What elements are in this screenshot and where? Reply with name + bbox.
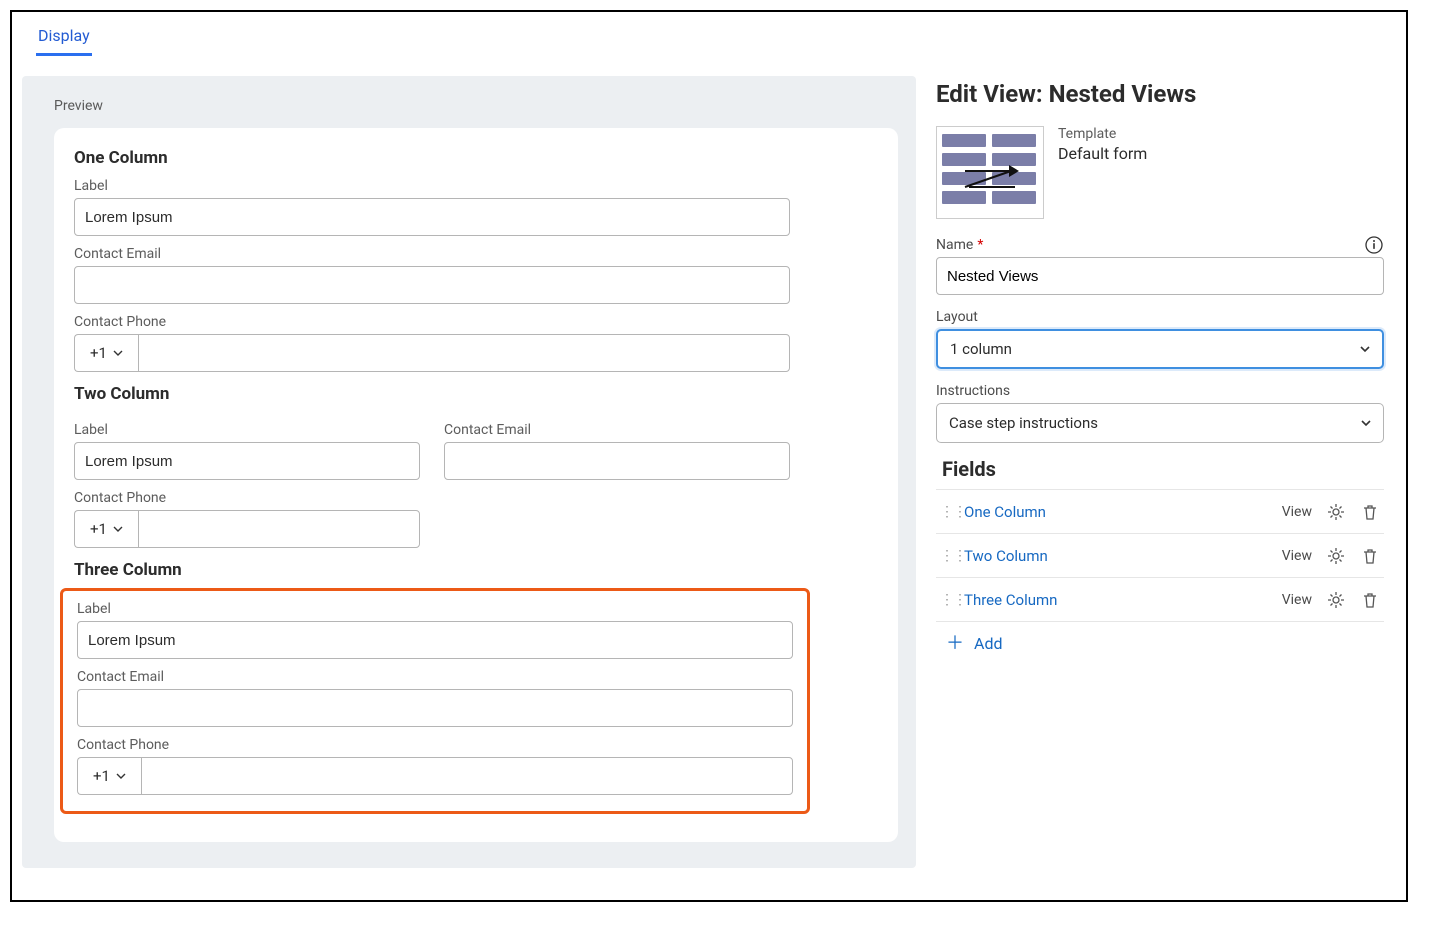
field-link[interactable]: Two Column [964,547,1268,565]
field-label-email: Contact Email [77,669,793,685]
gear-icon[interactable] [1326,590,1346,610]
add-label: Add [974,634,1002,653]
field-row: ⋮⋮ Two Column View [936,534,1384,578]
side-panel: Edit View: Nested Views Template [936,76,1396,868]
phone-prefix-select[interactable]: +1 [74,510,138,548]
layout-label: Layout [936,309,978,325]
chevron-down-icon [113,348,123,358]
trash-icon[interactable] [1360,590,1380,610]
gear-icon[interactable] [1326,502,1346,522]
drag-handle-icon[interactable]: ⋮⋮ [940,504,950,520]
phone-input[interactable] [138,510,420,548]
phone-prefix-value: +1 [93,767,110,785]
chevron-down-icon [1361,418,1371,428]
email-input[interactable] [77,689,793,727]
field-label: Label [77,601,793,617]
phone-prefix-value: +1 [90,520,107,538]
section-header-one: One Column [74,148,878,168]
layout-value: 1 column [950,340,1012,358]
label-input[interactable] [77,621,793,659]
instructions-label: Instructions [936,383,1010,399]
highlighted-section: Label Contact Email Contact Phone +1 [60,588,810,814]
field-label: Label [74,178,878,194]
field-label-email: Contact Email [74,246,878,262]
preview-title: Preview [54,98,898,114]
view-badge: View [1282,548,1312,564]
field-label: Label [74,422,420,438]
field-label-phone: Contact Phone [74,490,878,506]
field-row: ⋮⋮ One Column View [936,490,1384,534]
instructions-value: Case step instructions [949,414,1098,432]
name-label: Name [936,237,973,253]
section-header-three: Three Column [74,560,878,580]
phone-input[interactable] [141,757,793,795]
field-list: ⋮⋮ One Column View ⋮⋮ Two Column View ⋮⋮… [936,489,1384,622]
fields-header: Fields [942,457,1384,481]
plus-icon: ＋ [946,635,964,653]
field-label-email: Contact Email [444,422,790,438]
phone-prefix-select[interactable]: +1 [77,757,141,795]
gear-icon[interactable] [1326,546,1346,566]
phone-prefix-select[interactable]: +1 [74,334,138,372]
field-label-phone: Contact Phone [74,314,878,330]
field-row: ⋮⋮ Three Column View [936,578,1384,622]
phone-prefix-value: +1 [90,344,107,362]
section-header-two: Two Column [74,384,878,404]
instructions-select[interactable]: Case step instructions [936,403,1384,443]
chevron-down-icon [116,771,126,781]
phone-input[interactable] [138,334,790,372]
add-button[interactable]: ＋ Add [936,622,1384,653]
info-icon[interactable] [1364,235,1384,255]
required-asterisk: * [977,237,983,253]
view-badge: View [1282,592,1312,608]
view-badge: View [1282,504,1312,520]
template-thumbnail [936,126,1044,219]
chevron-down-icon [113,524,123,534]
drag-handle-icon[interactable]: ⋮⋮ [940,548,950,564]
layout-select[interactable]: 1 column [936,329,1384,369]
email-input[interactable] [74,266,790,304]
preview-panel: Preview One Column Label Contact Email C… [22,76,916,868]
template-label: Template [1058,126,1147,142]
drag-handle-icon[interactable]: ⋮⋮ [940,592,950,608]
template-value: Default form [1058,144,1147,163]
field-link[interactable]: Three Column [964,591,1268,609]
chevron-down-icon [1360,344,1370,354]
trash-icon[interactable] [1360,502,1380,522]
email-input[interactable] [444,442,790,480]
trash-icon[interactable] [1360,546,1380,566]
side-title: Edit View: Nested Views [936,80,1384,108]
field-label-phone: Contact Phone [77,737,793,753]
name-input[interactable] [936,257,1384,295]
field-link[interactable]: One Column [964,503,1268,521]
label-input[interactable] [74,198,790,236]
preview-card: One Column Label Contact Email Contact P… [54,128,898,842]
tab-display[interactable]: Display [36,20,92,56]
label-input[interactable] [74,442,420,480]
